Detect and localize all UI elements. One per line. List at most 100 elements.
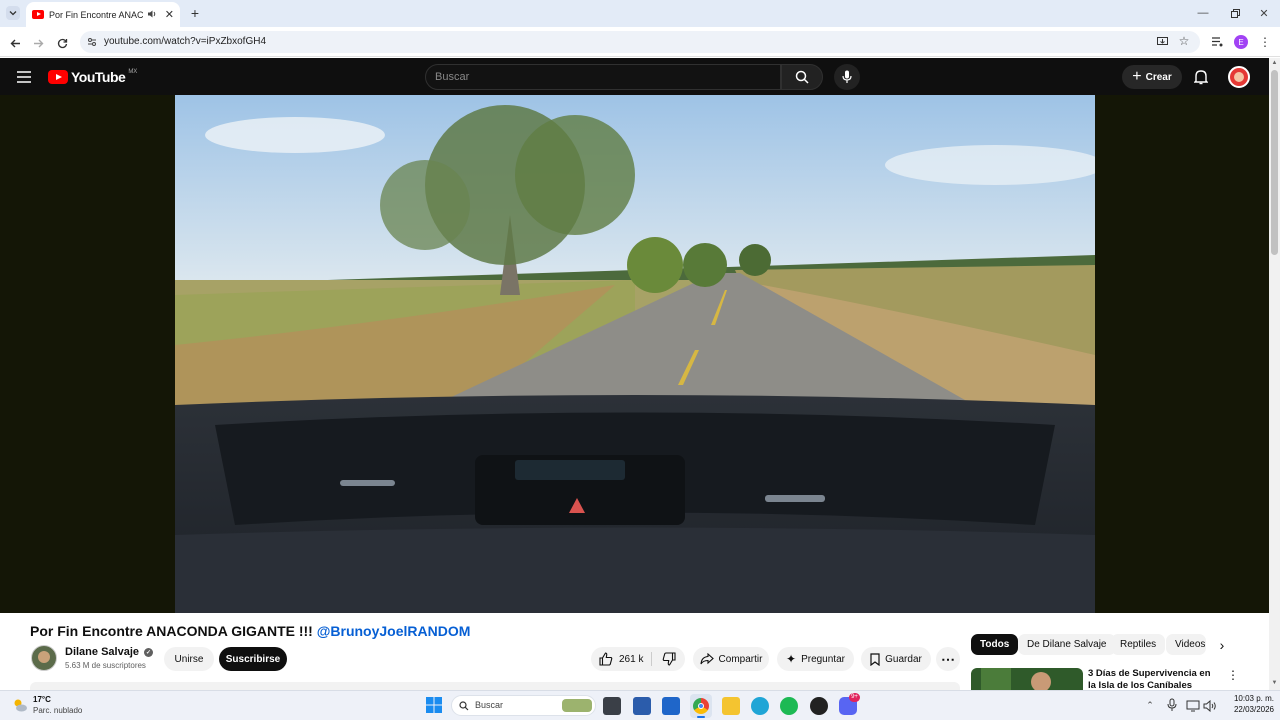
chip-reptiles[interactable]: Reptiles [1111, 634, 1166, 655]
chrome-app-active[interactable] [690, 694, 712, 718]
subscribe-button[interactable]: Suscribirse [219, 647, 287, 671]
scroll-up-arrow-icon[interactable]: ▲ [1271, 60, 1278, 66]
save-button[interactable]: Guardar [861, 647, 931, 671]
youtube-logo-text: YouTube [71, 69, 126, 85]
search-icon [795, 70, 809, 84]
url-text[interactable]: youtube.com/watch?v=iPxZbxofGH4 [104, 36, 266, 47]
channel-name-row[interactable]: Dilane Salvaje ✓ [65, 646, 153, 658]
tab-title: Por Fin Encontre ANACONDA GIGANTE !!! @B… [49, 9, 143, 20]
clock-time[interactable]: 10:03 p. m. [1224, 694, 1274, 703]
youtube-play-logo-icon [48, 70, 68, 84]
file-explorer-icon[interactable] [722, 697, 740, 715]
video-info-area: Por Fin Encontre ANACONDA GIGANTE !!! @B… [0, 613, 1269, 690]
profile-avatar[interactable]: E [1234, 35, 1248, 49]
channel-avatar[interactable] [31, 645, 57, 671]
tab-audio-icon[interactable] [147, 9, 157, 21]
sparkle-icon: ✦ [786, 652, 797, 666]
chip-todos[interactable]: Todos [971, 634, 1019, 655]
ask-button[interactable]: ✦ Preguntar [777, 647, 854, 671]
plus-icon: + [1132, 68, 1142, 85]
video-options-icon[interactable]: ⋮ [1226, 668, 1240, 682]
tray-overflow-chevron-icon[interactable]: ⌃ [1144, 699, 1156, 711]
taskbar-search-icon [459, 701, 469, 711]
clock-date[interactable]: 22/03/2026 [1224, 705, 1274, 714]
browser-menu-icon[interactable]: ⋮ [1258, 35, 1272, 49]
store-app-icon[interactable] [633, 697, 651, 715]
subscriber-count: 5.63 M de suscriptores [65, 661, 146, 670]
notifications-bell-icon[interactable] [1192, 68, 1210, 86]
tray-network-icon[interactable] [1186, 699, 1200, 712]
subscribe-label: Suscribirse [225, 653, 281, 665]
voice-search-button[interactable] [834, 64, 860, 90]
create-label: Crear [1145, 71, 1172, 83]
like-dislike-group: 261 k [591, 647, 685, 671]
restore-icon[interactable] [1228, 6, 1242, 20]
weather-description: Parc. nublado [33, 706, 83, 715]
weather-cloud-sun-icon[interactable] [12, 697, 28, 713]
spotify-icon[interactable] [780, 697, 798, 715]
outlook-app-icon[interactable] [662, 697, 680, 715]
page-scrollbar[interactable]: ▲ ▼ [1269, 58, 1280, 690]
video-title-mention-link[interactable]: @BrunoyJoelRANDOM [317, 623, 471, 639]
search-input[interactable]: Buscar [425, 64, 781, 90]
reload-icon[interactable] [54, 35, 70, 51]
verified-badge-icon: ✓ [144, 647, 153, 657]
description-box[interactable] [30, 682, 960, 690]
dislike-button[interactable] [662, 652, 677, 666]
join-label: Unirse [174, 653, 204, 665]
install-app-icon[interactable] [1155, 35, 1169, 49]
chip-videos[interactable]: Videos [1166, 634, 1206, 655]
youtube-logo[interactable]: YouTube MX [48, 69, 137, 85]
new-tab-icon[interactable]: + [187, 5, 203, 21]
hamburger-menu-icon[interactable] [17, 70, 31, 83]
tray-volume-icon[interactable] [1203, 699, 1217, 713]
taskbar-search-box[interactable]: Buscar [451, 695, 596, 716]
scroll-down-arrow-icon[interactable]: ▼ [1271, 680, 1278, 686]
task-view-icon[interactable] [603, 697, 621, 715]
back-arrow-icon[interactable] [7, 35, 23, 51]
share-button[interactable]: Compartir [693, 647, 769, 671]
media-controls-icon[interactable] [1210, 35, 1224, 49]
thumbs-down-icon [663, 652, 677, 666]
recommended-video-title[interactable]: 3 Días de Supervivencia en la Isla de lo… [1088, 668, 1216, 690]
thumbs-up-icon [599, 652, 613, 666]
browser-tab-strip: Por Fin Encontre ANACONDA GIGANTE !!! @B… [0, 0, 1280, 27]
more-actions-icon[interactable]: ⋯ [936, 647, 960, 671]
ask-label: Preguntar [801, 653, 845, 665]
tab-list-chevron-icon[interactable] [6, 6, 20, 20]
chips-next-chevron-icon[interactable]: › [1214, 637, 1230, 653]
search-placeholder: Buscar [435, 71, 470, 83]
like-button[interactable]: 261 k [599, 652, 653, 666]
bookmark-star-icon[interactable]: ☆ [1177, 34, 1191, 48]
region-code: MX [128, 69, 138, 75]
youtube-favicon-icon [32, 10, 44, 19]
save-label: Guardar [885, 653, 922, 665]
tray-microphone-icon[interactable] [1167, 698, 1177, 712]
scrollbar-thumb[interactable] [1271, 70, 1278, 255]
discord-icon[interactable]: 9+ [839, 693, 860, 715]
search-button[interactable] [781, 64, 823, 90]
forward-arrow-icon[interactable] [30, 35, 46, 51]
window-close-icon[interactable]: ✕ [1257, 6, 1271, 20]
edge-browser-icon[interactable] [751, 697, 769, 715]
search-highlight-image [562, 699, 592, 712]
share-label: Compartir [718, 653, 763, 665]
tab-close-icon[interactable]: ✕ [165, 8, 174, 21]
chip-de-dilane-salvaje[interactable]: De Dilane Salvaje [1018, 634, 1116, 655]
video-frame-road-scene [175, 95, 1095, 613]
browser-tab-active[interactable]: Por Fin Encontre ANACONDA GIGANTE !!! @B… [26, 2, 180, 27]
join-button[interactable]: Unirse [164, 647, 214, 671]
address-bar[interactable]: youtube.com/watch?v=iPxZbxofGH4 ☆ [80, 31, 1200, 53]
like-count: 261 k [619, 653, 644, 665]
site-info-icon[interactable] [85, 35, 99, 49]
windows-start-icon[interactable] [426, 697, 442, 713]
user-avatar[interactable] [1228, 66, 1250, 88]
recommended-video-thumbnail[interactable] [971, 668, 1083, 690]
microphone-icon [842, 70, 852, 83]
create-button[interactable]: + Crear [1122, 65, 1182, 89]
bookmark-icon [870, 652, 880, 666]
channel-name[interactable]: Dilane Salvaje [65, 646, 139, 658]
app-dark-circle-icon[interactable] [810, 697, 828, 715]
minimize-icon[interactable]: — [1196, 6, 1210, 20]
video-player[interactable] [175, 95, 1095, 613]
